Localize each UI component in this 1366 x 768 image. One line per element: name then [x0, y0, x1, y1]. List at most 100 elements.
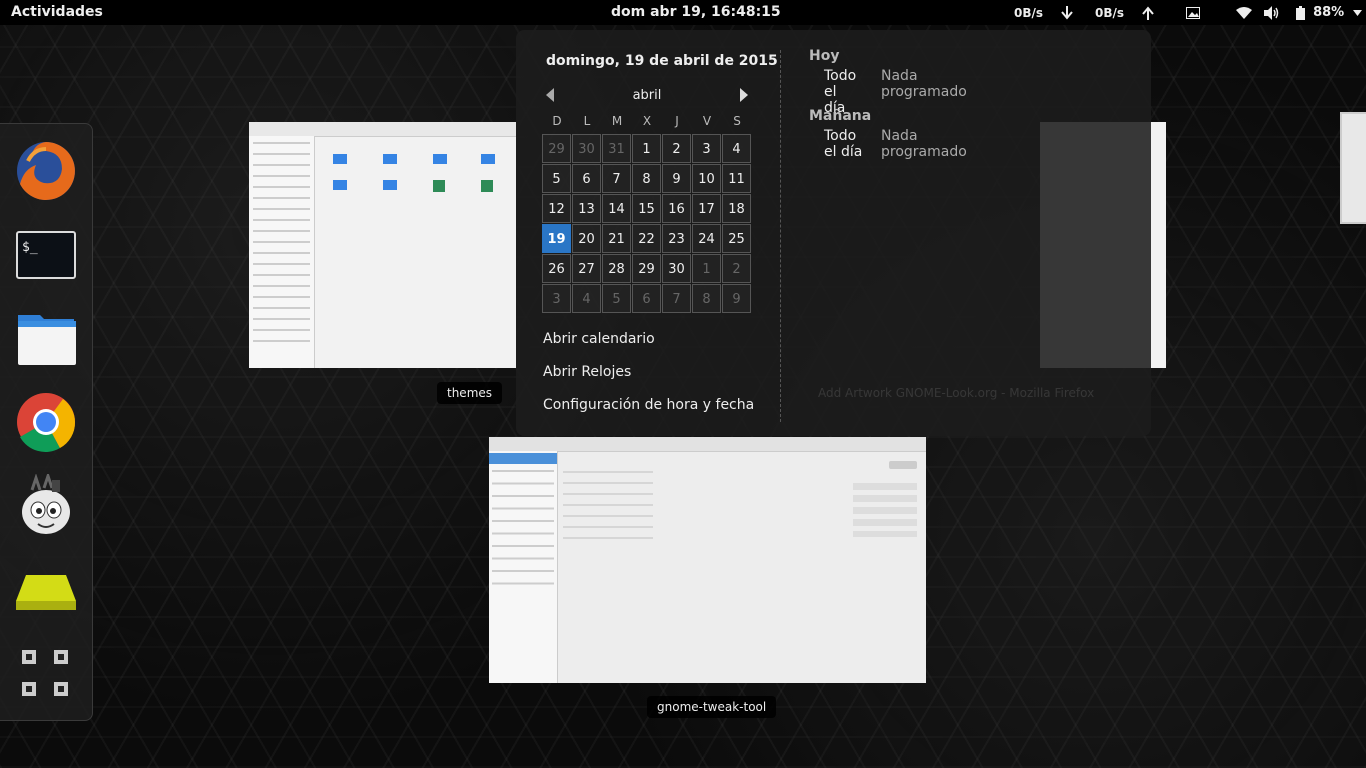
calendar-day[interactable]: 5: [602, 284, 631, 313]
files-window-thumbnail[interactable]: [249, 122, 516, 368]
battery-icon[interactable]: [1296, 5, 1306, 20]
tweak-tool-window-thumbnail[interactable]: [489, 437, 926, 683]
battery-percent: 88%: [1313, 5, 1345, 20]
top-bar: Actividades dom abr 19, 16:48:15 0B/s 0B…: [0, 0, 1366, 25]
files-icon[interactable]: [14, 307, 78, 371]
system-menu-arrow-icon[interactable]: [1353, 9, 1363, 16]
calendar-day[interactable]: 12: [542, 194, 571, 223]
app-grid-icon: [22, 650, 68, 696]
calendar-day[interactable]: 2: [662, 134, 691, 163]
date-title: domingo, 19 de abril de 2015: [546, 53, 778, 69]
dash: $_: [0, 123, 93, 721]
events-tomorrow-heading: Mañana: [809, 108, 872, 124]
system-tray[interactable]: 0B/s 0B/s 88%: [1014, 0, 1363, 25]
events-today-heading: Hoy: [809, 48, 840, 64]
weekday-label: L: [583, 114, 591, 128]
calendar-day[interactable]: 3: [692, 134, 721, 163]
weekday-label: M: [611, 114, 623, 128]
calendar-day[interactable]: 30: [572, 134, 601, 163]
terminal-icon[interactable]: $_: [14, 227, 78, 291]
calendar-day[interactable]: 18: [722, 194, 751, 223]
volume-icon[interactable]: [1264, 5, 1280, 20]
weekday-label: X: [642, 114, 652, 128]
calendar-day[interactable]: 20: [572, 224, 601, 253]
calendar-day[interactable]: 4: [722, 134, 751, 163]
tweak-settings: [563, 461, 918, 541]
events-today: Hoy Todo el día Nada programado: [809, 48, 967, 116]
calendar-day[interactable]: 26: [542, 254, 571, 283]
files-sidebar: [249, 136, 315, 368]
files-window-label: themes: [437, 382, 503, 404]
calendar-day[interactable]: 2: [722, 254, 751, 283]
clock-button[interactable]: dom abr 19, 16:48:15: [611, 4, 781, 20]
calendar-day[interactable]: 15: [632, 194, 661, 223]
calendar-day[interactable]: 1: [692, 254, 721, 283]
open-clocks-button[interactable]: Abrir Relojes: [543, 364, 631, 380]
month-bar: abril: [542, 86, 752, 106]
open-calendar-button[interactable]: Abrir calendario: [543, 331, 655, 347]
calendar-day[interactable]: 17: [692, 194, 721, 223]
svg-text:$_: $_: [22, 240, 38, 255]
event-time: Todo el día: [824, 128, 863, 160]
calendar-day[interactable]: 22: [632, 224, 661, 253]
calendar-day[interactable]: 5: [542, 164, 571, 193]
calendar-day[interactable]: 13: [572, 194, 601, 223]
calendar-day[interactable]: 10: [692, 164, 721, 193]
calendar-day[interactable]: 16: [662, 194, 691, 223]
calendar-day[interactable]: 1: [632, 134, 661, 163]
calendar-day[interactable]: 6: [632, 284, 661, 313]
calendar-day[interactable]: 30: [662, 254, 691, 283]
folder-grid: [327, 150, 507, 210]
gimp-icon[interactable]: [14, 471, 78, 538]
show-applications-button[interactable]: [14, 644, 78, 708]
calendar-day[interactable]: 27: [572, 254, 601, 283]
firefox-window-label: Add Artwork GNOME-Look.org - Mozilla Fir…: [818, 386, 1095, 400]
popup-separator: [780, 50, 781, 422]
event-row: Todo el día Nada programado: [809, 68, 967, 116]
calendar-day[interactable]: 25: [722, 224, 751, 253]
calendar-popup: domingo, 19 de abril de 2015 abril D L M X J…: [516, 30, 1151, 436]
calendar-day[interactable]: 4: [572, 284, 601, 313]
calendar-day[interactable]: 9: [722, 284, 751, 313]
weekday-label: J: [675, 114, 679, 128]
calendar-day[interactable]: 29: [632, 254, 661, 283]
weekday-label: V: [702, 114, 712, 128]
calendar-day[interactable]: 8: [632, 164, 661, 193]
firefox-icon[interactable]: [14, 139, 78, 203]
event-row: Todo el día Nada programado: [809, 128, 967, 160]
upload-arrow-icon: [1142, 5, 1154, 20]
calendar-day[interactable]: 21: [602, 224, 631, 253]
calendar-day[interactable]: 28: [602, 254, 631, 283]
net-down-speed: 0B/s: [1014, 5, 1044, 20]
chrome-icon[interactable]: [14, 390, 78, 454]
calendar-day[interactable]: 7: [602, 164, 631, 193]
calendar-day[interactable]: 14: [602, 194, 631, 223]
calendar-day[interactable]: 7: [662, 284, 691, 313]
workspace-thumbnail[interactable]: [1340, 112, 1366, 224]
event-text: Nada programado: [881, 128, 967, 160]
activities-button[interactable]: Actividades: [11, 4, 103, 20]
screenshot-icon[interactable]: [1186, 6, 1201, 19]
date-time-settings-button[interactable]: Configuración de hora y fecha: [543, 397, 754, 413]
calendar-day[interactable]: 23: [662, 224, 691, 253]
calendar-day[interactable]: 6: [572, 164, 601, 193]
tweak-sidebar: [489, 451, 558, 683]
files-toolbar: [249, 122, 516, 137]
calendar-day-today[interactable]: 19: [542, 224, 571, 253]
calendar-day[interactable]: 9: [662, 164, 691, 193]
next-month-icon[interactable]: [740, 88, 748, 102]
calendar-day[interactable]: 8: [692, 284, 721, 313]
events-tomorrow: Mañana Todo el día Nada programado: [809, 108, 967, 160]
tweak-tool-window-label: gnome-tweak-tool: [647, 696, 777, 718]
calendar-day[interactable]: 24: [692, 224, 721, 253]
calendar-day[interactable]: 3: [542, 284, 571, 313]
wifi-icon[interactable]: [1236, 6, 1253, 19]
drive-icon[interactable]: [14, 561, 78, 625]
calendar-day[interactable]: 29: [542, 134, 571, 163]
net-up-speed: 0B/s: [1095, 5, 1125, 20]
download-arrow-icon: [1061, 5, 1073, 20]
calendar-day[interactable]: 31: [602, 134, 631, 163]
weekday-label: S: [733, 114, 741, 128]
event-text: Nada programado: [881, 68, 967, 100]
calendar-day[interactable]: 11: [722, 164, 751, 193]
